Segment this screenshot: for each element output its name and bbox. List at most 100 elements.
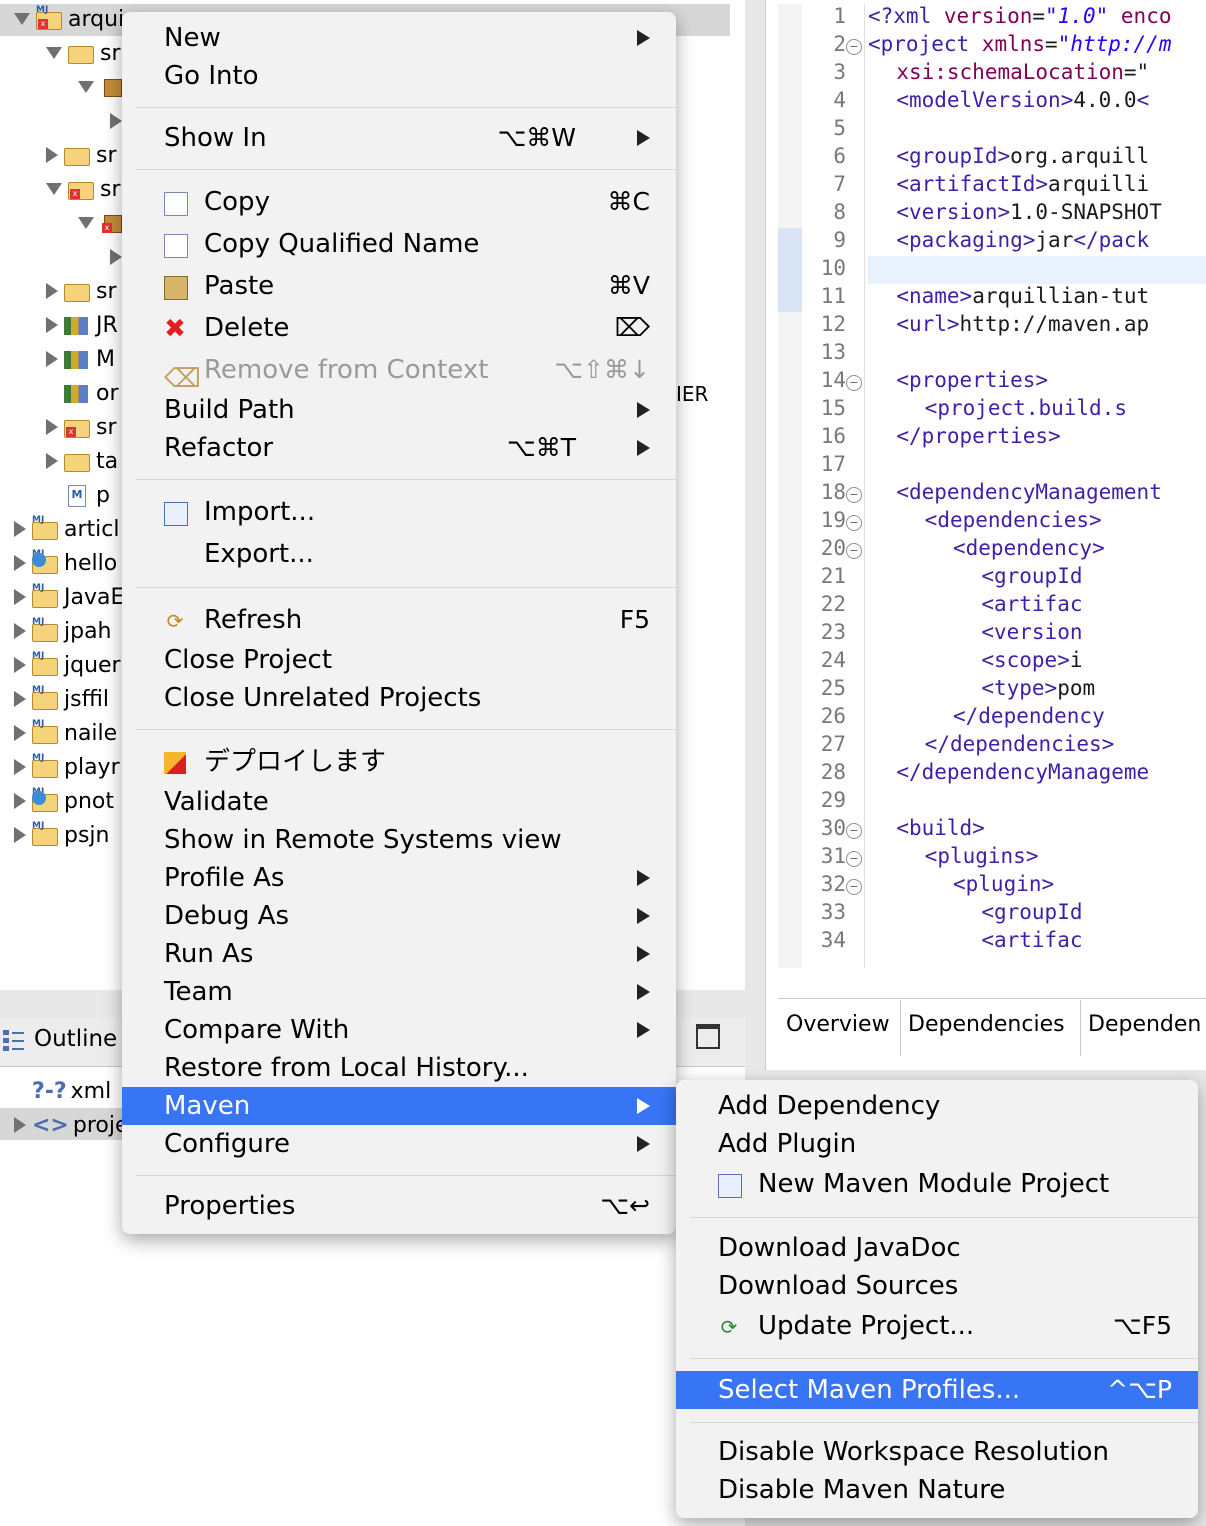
expand-arrow-icon[interactable] bbox=[14, 793, 26, 809]
tree-row[interactable]: sr bbox=[46, 274, 117, 308]
menu-item-maven[interactable]: Maven bbox=[122, 1087, 676, 1125]
menu-item-download-sources[interactable]: Download Sources bbox=[676, 1267, 1198, 1305]
menu-item-disable-maven-nature[interactable]: Disable Maven Nature bbox=[676, 1471, 1198, 1509]
tree-row[interactable]: MJ x arqui bbox=[14, 2, 124, 36]
expand-arrow-icon[interactable] bbox=[14, 521, 26, 537]
menu-item-add-dependency[interactable]: Add Dependency bbox=[676, 1087, 1198, 1125]
menu-item-new-maven-module-project[interactable]: New Maven Module Project bbox=[676, 1165, 1198, 1203]
expand-arrow-icon[interactable] bbox=[14, 827, 26, 843]
expand-arrow-icon[interactable] bbox=[46, 283, 58, 299]
menu-item-validate[interactable]: Validate bbox=[122, 783, 676, 821]
expand-arrow-icon[interactable] bbox=[14, 725, 26, 741]
tree-row[interactable]: Mp bbox=[46, 478, 110, 512]
menu-item-show-in[interactable]: Show In ⌥⌘W bbox=[122, 119, 676, 157]
menu-item-new[interactable]: New bbox=[122, 19, 676, 57]
tree-row[interactable]: MJ psjn bbox=[14, 818, 109, 852]
menu-item-close-project[interactable]: Close Project bbox=[122, 641, 676, 679]
expand-arrow-icon[interactable] bbox=[46, 317, 58, 333]
tree-row[interactable]: MJhello bbox=[14, 546, 117, 580]
tab-outline[interactable]: Outline bbox=[34, 1026, 117, 1052]
menu-item-restore-from-local-history[interactable]: Restore from Local History... bbox=[122, 1049, 676, 1087]
menu-item-paste[interactable]: Paste ⌘V bbox=[122, 267, 676, 305]
menu-item-run-as[interactable]: Run As bbox=[122, 935, 676, 973]
menu-item-compare-with[interactable]: Compare With bbox=[122, 1011, 676, 1049]
menu-item-deploy[interactable]: デプロイします bbox=[122, 743, 676, 781]
tree-row[interactable]: sr bbox=[46, 36, 121, 70]
menu-item-import[interactable]: Import... bbox=[122, 493, 676, 531]
menu-item-copy-qualified-name[interactable]: Copy Qualified Name bbox=[122, 225, 676, 263]
tree-row[interactable]: x sr bbox=[46, 172, 121, 206]
tree-row[interactable]: MJ jsffil bbox=[14, 682, 109, 716]
tab-dependencies[interactable]: Dependencies bbox=[908, 1012, 1065, 1037]
menu-item-export[interactable]: Export... bbox=[122, 535, 676, 573]
tree-row[interactable]: or bbox=[46, 376, 119, 410]
menu-item-debug-as[interactable]: Debug As bbox=[122, 897, 676, 935]
tree-row[interactable]: MJ JavaE bbox=[14, 580, 124, 614]
tree-row[interactable]: JR bbox=[46, 308, 118, 342]
expand-arrow-icon[interactable] bbox=[14, 589, 26, 605]
menu-item-label: Close Unrelated Projects bbox=[164, 683, 482, 713]
menu-item-profile-as[interactable]: Profile As bbox=[122, 859, 676, 897]
tree-row[interactable]: sr bbox=[46, 138, 117, 172]
expand-arrow-icon[interactable] bbox=[110, 249, 122, 265]
expand-arrow-icon[interactable] bbox=[14, 1117, 26, 1133]
outline-row[interactable]: <> proje bbox=[14, 1108, 129, 1142]
tab-overview[interactable]: Overview bbox=[786, 1012, 890, 1037]
menu-item-close-unrelated-projects[interactable]: Close Unrelated Projects bbox=[122, 679, 676, 717]
collapse-arrow-icon[interactable] bbox=[46, 183, 62, 195]
tree-row[interactable]: MJ jpah bbox=[14, 614, 112, 648]
menu-item-update-project[interactable]: ⟳ Update Project... ⌥F5 bbox=[676, 1307, 1198, 1345]
collapse-arrow-icon[interactable] bbox=[46, 47, 62, 59]
tree-row[interactable]: ta bbox=[46, 444, 118, 478]
maximize-icon[interactable] bbox=[696, 1024, 720, 1049]
menu-item-refresh[interactable]: ⟳ Refresh F5 bbox=[122, 601, 676, 639]
menu-item-add-plugin[interactable]: Add Plugin bbox=[676, 1125, 1198, 1163]
menu-item-show-in-remote-systems-view[interactable]: Show in Remote Systems view bbox=[122, 821, 676, 859]
tree-row[interactable]: MJ jquer bbox=[14, 648, 121, 682]
fold-toggle-icon[interactable]: − bbox=[846, 515, 862, 531]
tree-row[interactable]: MJ articl bbox=[14, 512, 119, 546]
expand-arrow-icon[interactable] bbox=[14, 691, 26, 707]
expand-arrow-icon[interactable] bbox=[110, 113, 122, 129]
menu-item-configure[interactable]: Configure bbox=[122, 1125, 676, 1163]
maven-project-icon: MJ bbox=[32, 685, 58, 710]
tree-row[interactable]: MJ naile bbox=[14, 716, 117, 750]
expand-arrow-icon[interactable] bbox=[46, 351, 58, 367]
menu-item-disable-workspace-resolution[interactable]: Disable Workspace Resolution bbox=[676, 1433, 1198, 1471]
tab-dependen[interactable]: Dependen bbox=[1088, 1012, 1201, 1037]
collapse-arrow-icon[interactable] bbox=[14, 13, 30, 25]
outline-row[interactable]: ?-? xml bbox=[14, 1074, 111, 1108]
fold-toggle-icon[interactable]: − bbox=[846, 851, 862, 867]
expand-arrow-icon[interactable] bbox=[14, 759, 26, 775]
tree-row[interactable]: MJpnot bbox=[14, 784, 114, 818]
expand-arrow-icon[interactable] bbox=[14, 623, 26, 639]
collapse-arrow-icon[interactable] bbox=[78, 81, 94, 93]
tree-row[interactable]: MJ playr bbox=[14, 750, 120, 784]
menu-item-download-javadoc[interactable]: Download JavaDoc bbox=[676, 1229, 1198, 1267]
fold-toggle-icon[interactable]: − bbox=[846, 543, 862, 559]
menu-item-delete[interactable]: ✖ Delete ⌦ bbox=[122, 309, 676, 347]
tree-row[interactable]: x sr bbox=[46, 410, 117, 444]
fold-toggle-icon[interactable]: − bbox=[846, 39, 862, 55]
collapse-arrow-icon[interactable] bbox=[78, 217, 94, 229]
menu-item-team[interactable]: Team bbox=[122, 973, 676, 1011]
fold-toggle-icon[interactable]: − bbox=[846, 879, 862, 895]
menu-item-go-into[interactable]: Go Into bbox=[122, 57, 676, 95]
menu-item-select-maven-profiles[interactable]: Select Maven Profiles... ^⌥P bbox=[676, 1371, 1198, 1409]
fold-toggle-icon[interactable]: − bbox=[846, 375, 862, 391]
fold-toggle-icon[interactable]: − bbox=[846, 487, 862, 503]
menu-item-refactor[interactable]: Refactor ⌥⌘T bbox=[122, 429, 676, 467]
menu-item-copy[interactable]: Copy ⌘C bbox=[122, 183, 676, 221]
tree-row[interactable]: M bbox=[46, 342, 115, 376]
fold-toggle-icon[interactable]: − bbox=[846, 823, 862, 839]
expand-arrow-icon[interactable] bbox=[46, 419, 58, 435]
maven-project-icon: MJ bbox=[32, 549, 58, 574]
line-number: 4 bbox=[833, 88, 846, 112]
expand-arrow-icon[interactable] bbox=[14, 555, 26, 571]
menu-item-build-path[interactable]: Build Path bbox=[122, 391, 676, 429]
expand-arrow-icon[interactable] bbox=[46, 453, 58, 469]
expand-arrow-icon[interactable] bbox=[14, 657, 26, 673]
expand-arrow-icon[interactable] bbox=[46, 147, 58, 163]
menu-item-properties[interactable]: Properties ⌥↩ bbox=[122, 1187, 676, 1225]
code-token: </pack bbox=[1073, 228, 1150, 252]
